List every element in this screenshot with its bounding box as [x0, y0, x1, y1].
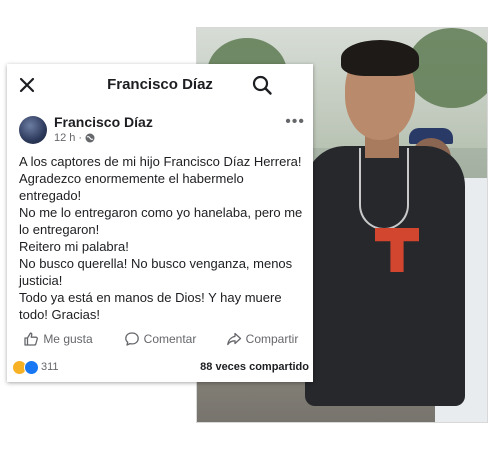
post-line: Todo ya está en manos de Dios! Y hay mue… [19, 290, 282, 305]
comment-icon [124, 332, 139, 346]
share-button[interactable]: Compartir [211, 327, 313, 351]
post-line: Reitero mi palabra! [19, 239, 129, 254]
globe-icon [85, 133, 95, 143]
post-time[interactable]: 12 h [54, 132, 75, 144]
post-meta: 12 h · [54, 132, 95, 144]
reactions-summary[interactable]: 311 [13, 359, 59, 375]
post-text: A los captores de mi hijo Francisco Díaz… [19, 153, 311, 323]
more-options-icon[interactable]: ••• [285, 113, 305, 131]
post-line: A los captores de mi hijo Francisco Díaz… [19, 154, 302, 169]
post-line: justicia! [19, 273, 63, 288]
like-reaction-icon [24, 359, 39, 375]
like-button[interactable]: Me gusta [7, 327, 109, 351]
post-author[interactable]: Francisco Díaz [54, 114, 153, 130]
photo-tree [407, 28, 487, 108]
comment-label: Comentar [143, 332, 197, 346]
share-label: Compartir [245, 332, 299, 346]
comment-button[interactable]: Comentar [109, 327, 211, 351]
avatar[interactable] [19, 116, 47, 144]
search-icon[interactable] [251, 74, 273, 96]
post-line: No busco querella! No busco venganza, me… [19, 256, 293, 271]
share-icon [226, 332, 241, 346]
like-label: Me gusta [43, 332, 93, 346]
photo-hair [341, 40, 419, 76]
reactions-count: 311 [41, 361, 59, 373]
shares-count[interactable]: 88 veces compartido [200, 361, 309, 373]
thumbs-up-icon [24, 332, 39, 346]
post-actions: Me gusta Comentar Compartir [7, 327, 313, 351]
meta-separator: · [78, 132, 83, 144]
post-line: todo! Gracias! [19, 307, 100, 322]
post-line: lo entregaron! [19, 222, 100, 237]
post-line: entregado! [19, 188, 82, 203]
top-bar: Francisco Díaz [7, 64, 313, 108]
post-stats: 311 88 veces compartido [13, 358, 309, 376]
post-line: Agradezco enormemente el habermelo [19, 171, 244, 186]
post-line: No me lo entregaron como yo hanelaba, pe… [19, 205, 303, 220]
facebook-post-card: Francisco Díaz Francisco Díaz 12 h · •••… [7, 64, 313, 382]
photo-chain [359, 148, 409, 230]
